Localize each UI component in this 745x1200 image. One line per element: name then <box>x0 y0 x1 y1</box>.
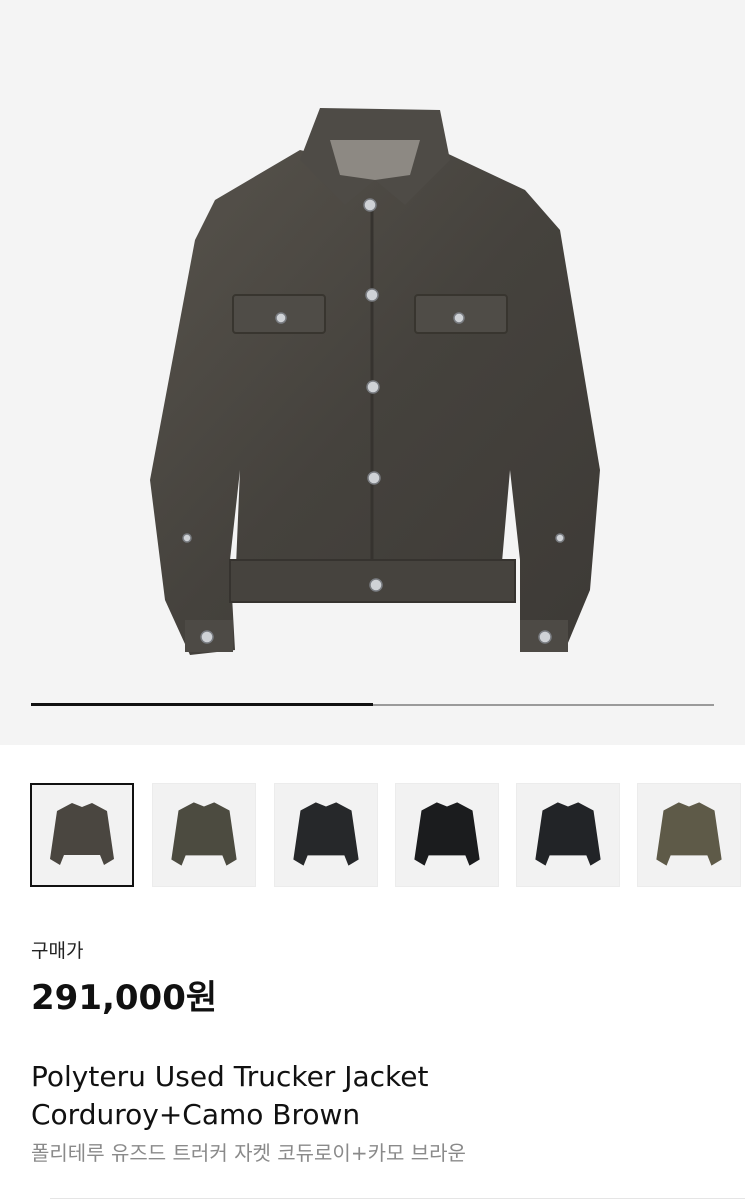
product-image-gallery[interactable] <box>0 0 745 745</box>
thumbnail-3[interactable] <box>274 783 378 887</box>
gallery-progress-track <box>31 703 714 706</box>
thumbnail-6[interactable] <box>637 783 741 887</box>
product-name-english: Polyteru Used Trucker Jacket Corduroy+Ca… <box>31 1058 721 1134</box>
thumbnail-5[interactable] <box>516 783 620 887</box>
thumbnail-4[interactable] <box>395 783 499 887</box>
product-price: 291,000원 <box>31 978 218 1018</box>
divider <box>50 1198 745 1199</box>
thumbnail-1[interactable] <box>30 783 134 887</box>
gallery-progress-fill <box>31 703 373 706</box>
thumbnail-2[interactable] <box>152 783 256 887</box>
product-name-korean: 폴리테루 유즈드 트러커 자켓 코듀로이+카모 브라운 <box>31 1141 466 1165</box>
price-label: 구매가 <box>31 940 84 962</box>
product-name-line-2: Corduroy+Camo Brown <box>31 1098 361 1131</box>
product-name-line-1: Polyteru Used Trucker Jacket <box>31 1060 429 1093</box>
jacket-photo <box>150 108 600 655</box>
thumbnail-strip <box>30 783 745 889</box>
